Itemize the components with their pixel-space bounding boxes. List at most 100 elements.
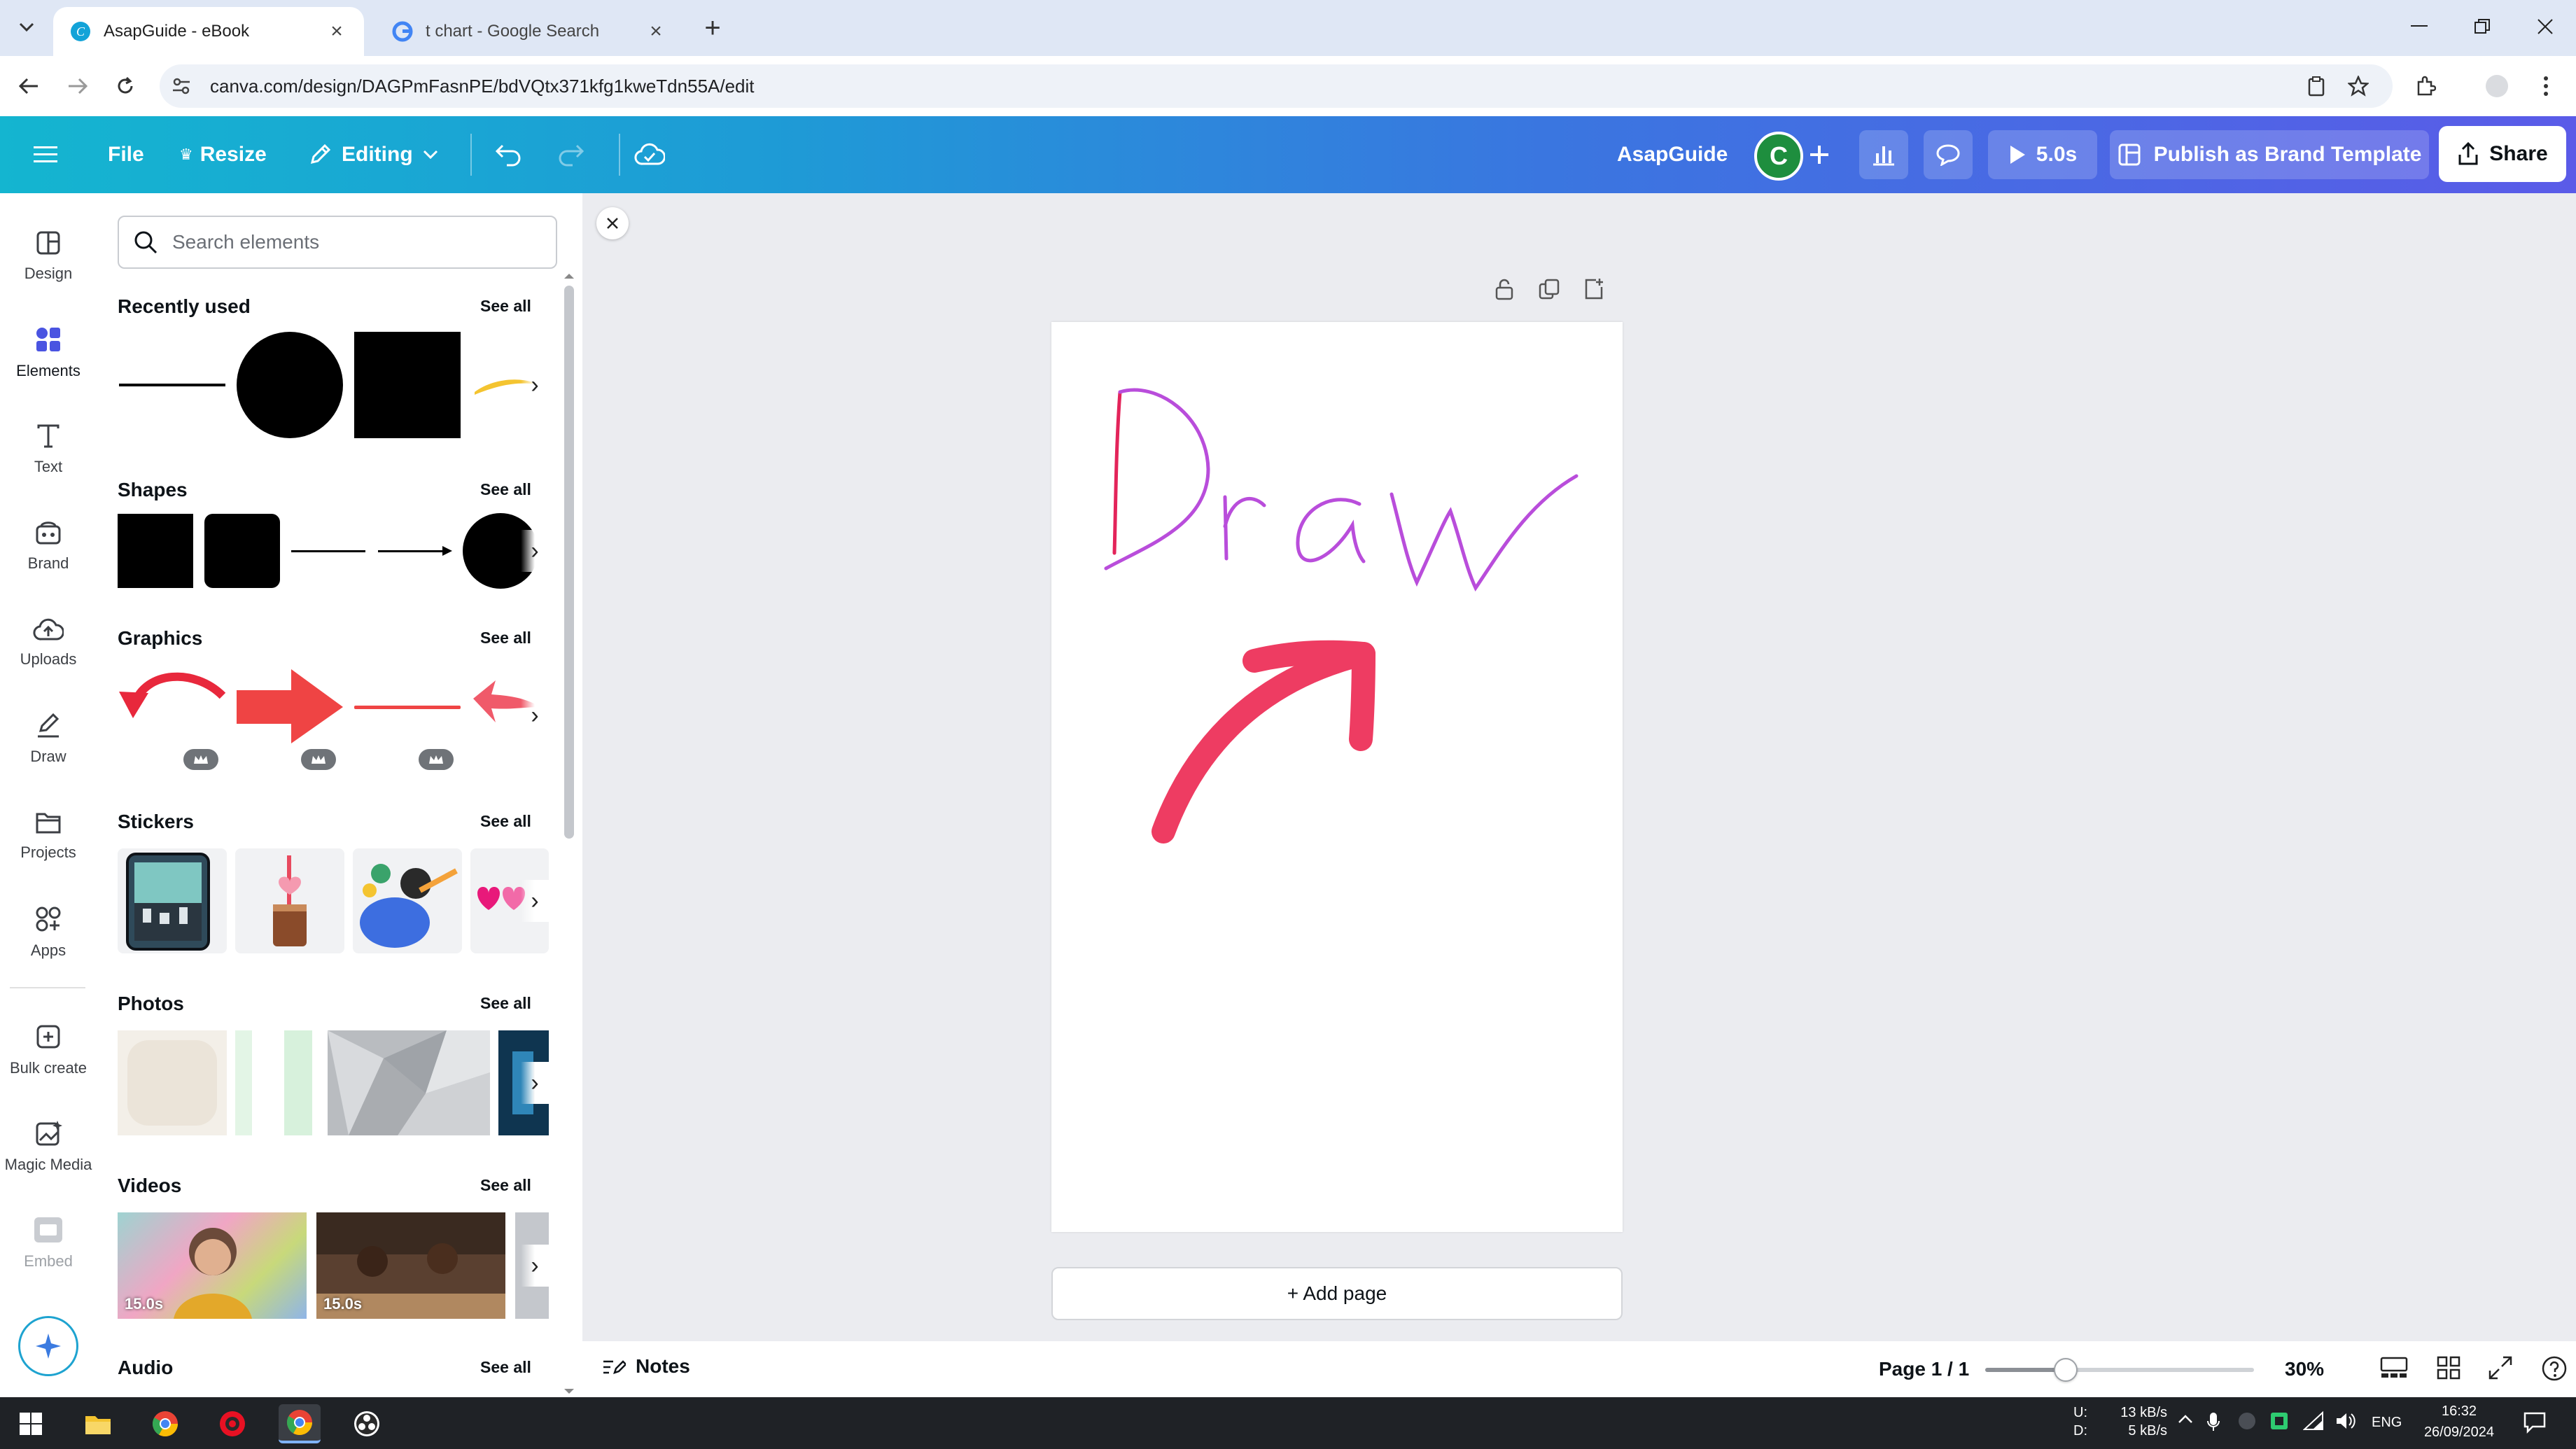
add-page-button[interactable]: + Add page [1051, 1267, 1623, 1320]
city-card-sticker[interactable] [118, 848, 227, 953]
block-red-arrow-graphic[interactable] [235, 668, 344, 745]
bookmark-star-icon[interactable] [2342, 70, 2374, 102]
editing-mode-dropdown[interactable]: Editing [308, 116, 438, 193]
design-page[interactable] [1051, 322, 1623, 1232]
microphone-icon[interactable] [2206, 1411, 2220, 1432]
see-all-stickers-link[interactable]: See all [480, 812, 531, 831]
chevron-right-icon[interactable]: › [521, 1245, 549, 1287]
wifi-icon[interactable] [2303, 1411, 2324, 1431]
input-language[interactable]: ENG [2372, 1414, 2402, 1431]
rail-item-uploads[interactable]: Uploads [0, 601, 97, 685]
clock-time[interactable]: 16:32 [2414, 1403, 2505, 1420]
green-glow-photo[interactable] [235, 1030, 314, 1135]
insights-chart-icon[interactable] [1859, 130, 1908, 179]
notifications-icon[interactable] [2523, 1411, 2547, 1434]
chevron-right-icon[interactable]: › [521, 530, 549, 572]
more-menu-icon[interactable] [2530, 70, 2562, 102]
thin-red-line-graphic[interactable] [353, 668, 462, 745]
line-shape-thumb[interactable] [290, 512, 367, 589]
rail-item-apps[interactable]: Apps [0, 890, 97, 974]
chevron-right-icon[interactable]: › [521, 694, 549, 736]
drawing-layer[interactable] [1051, 322, 1623, 1232]
present-play-button[interactable]: 5.0s [1988, 130, 2097, 179]
duplicate-page-icon[interactable] [1537, 277, 1561, 301]
see-all-videos-link[interactable]: See all [480, 1176, 531, 1195]
see-all-shapes-link[interactable]: See all [480, 480, 531, 499]
arrow-line-shape-thumb[interactable] [377, 512, 454, 589]
grid-view-icon[interactable] [2436, 1355, 2461, 1380]
add-collaborator-icon[interactable] [1803, 130, 1835, 179]
search-elements-input[interactable]: Search elements [118, 216, 557, 269]
fullscreen-icon[interactable] [2488, 1355, 2513, 1380]
chevron-right-icon[interactable]: › [521, 1062, 549, 1104]
rounded-square-shape-thumb[interactable] [204, 512, 281, 589]
rail-item-text[interactable]: Text [0, 407, 97, 491]
rail-item-embed[interactable]: Embed [0, 1201, 97, 1285]
new-tab-button[interactable]: + [697, 13, 728, 43]
publish-brand-template-button[interactable]: Publish as Brand Template [2110, 130, 2429, 179]
reload-icon[interactable] [109, 70, 141, 102]
lock-icon[interactable] [1492, 277, 1516, 301]
rail-item-bulk-create[interactable]: Bulk create [0, 1008, 97, 1092]
rail-item-magic-media[interactable]: Magic Media [0, 1105, 97, 1189]
silver-polygon-photo[interactable] [328, 1030, 490, 1135]
hamburger-menu-icon[interactable] [34, 116, 57, 193]
zoom-percentage[interactable]: 30% [2285, 1358, 2324, 1380]
close-tab-icon[interactable]: × [326, 20, 347, 43]
recorder-app-icon[interactable] [211, 1404, 253, 1443]
tab-asapguide[interactable]: C AsapGuide - eBook × [53, 7, 364, 56]
iced-drink-sticker[interactable] [235, 848, 344, 953]
nvidia-tray-icon[interactable] [2269, 1411, 2289, 1431]
video-thumb-group[interactable]: 15.0s [316, 1212, 505, 1319]
obs-studio-icon[interactable] [346, 1404, 388, 1443]
volume-icon[interactable] [2335, 1411, 2356, 1431]
chrome-icon[interactable] [144, 1404, 186, 1443]
rail-item-brand[interactable]: Brand [0, 504, 97, 588]
line-shape-thumb[interactable] [118, 330, 227, 440]
close-panel-button[interactable] [596, 207, 629, 239]
chevron-right-icon[interactable]: › [521, 880, 549, 922]
rail-item-design[interactable]: Design [0, 214, 97, 298]
resize-button[interactable]: ♛ Resize [179, 116, 267, 193]
undo-icon[interactable] [494, 116, 522, 193]
extensions-icon[interactable] [2409, 70, 2442, 102]
cloud-sync-icon[interactable] [634, 116, 665, 193]
brand-kit-name[interactable]: AsapGuide [1617, 116, 1728, 193]
rail-item-projects[interactable]: Projects [0, 794, 97, 878]
comment-icon[interactable] [1924, 130, 1973, 179]
tray-chevron-up-icon[interactable] [2177, 1411, 2194, 1428]
panel-scrollbar[interactable] [560, 270, 578, 1397]
file-explorer-icon[interactable] [77, 1404, 119, 1443]
user-avatar[interactable]: C [1754, 132, 1803, 181]
share-button[interactable]: Share [2439, 126, 2566, 182]
help-icon[interactable] [2541, 1355, 2568, 1382]
chrome-active-icon[interactable] [279, 1404, 321, 1443]
clock-date[interactable]: 26/09/2024 [2414, 1424, 2505, 1441]
see-all-graphics-link[interactable]: See all [480, 629, 531, 648]
square-shape-thumb[interactable] [118, 512, 195, 589]
blurred-paper-photo[interactable] [118, 1030, 227, 1135]
forward-arrow-icon[interactable] [62, 70, 94, 102]
zoom-slider[interactable] [1985, 1358, 2254, 1382]
rail-item-elements[interactable]: Elements [0, 311, 97, 395]
back-arrow-icon[interactable] [13, 70, 45, 102]
page-indicator[interactable]: Page 1 / 1 [1879, 1358, 1969, 1380]
notes-button[interactable]: Notes [602, 1355, 690, 1378]
minimize-icon[interactable] [2391, 7, 2447, 46]
see-all-recently-used-link[interactable]: See all [480, 297, 531, 316]
add-page-icon[interactable] [1582, 277, 1606, 301]
rail-item-draw[interactable]: Draw [0, 697, 97, 781]
restore-icon[interactable] [2454, 7, 2510, 46]
video-thumb-woman[interactable]: 15.0s [118, 1212, 307, 1319]
clipboard-icon[interactable] [2300, 70, 2332, 102]
curved-red-arrow-graphic[interactable] [118, 668, 227, 745]
file-menu-button[interactable]: File [108, 116, 144, 193]
redo-icon[interactable] [557, 116, 585, 193]
chevron-right-icon[interactable]: › [521, 364, 549, 406]
zoom-slider-handle[interactable] [2054, 1358, 2078, 1382]
see-all-audio-link[interactable]: See all [480, 1358, 531, 1377]
windows-start-icon[interactable] [10, 1404, 52, 1443]
thumbnail-view-icon[interactable] [2380, 1355, 2408, 1380]
scrollbar-thumb[interactable] [564, 286, 574, 839]
circle-shape-thumb[interactable] [235, 330, 344, 440]
